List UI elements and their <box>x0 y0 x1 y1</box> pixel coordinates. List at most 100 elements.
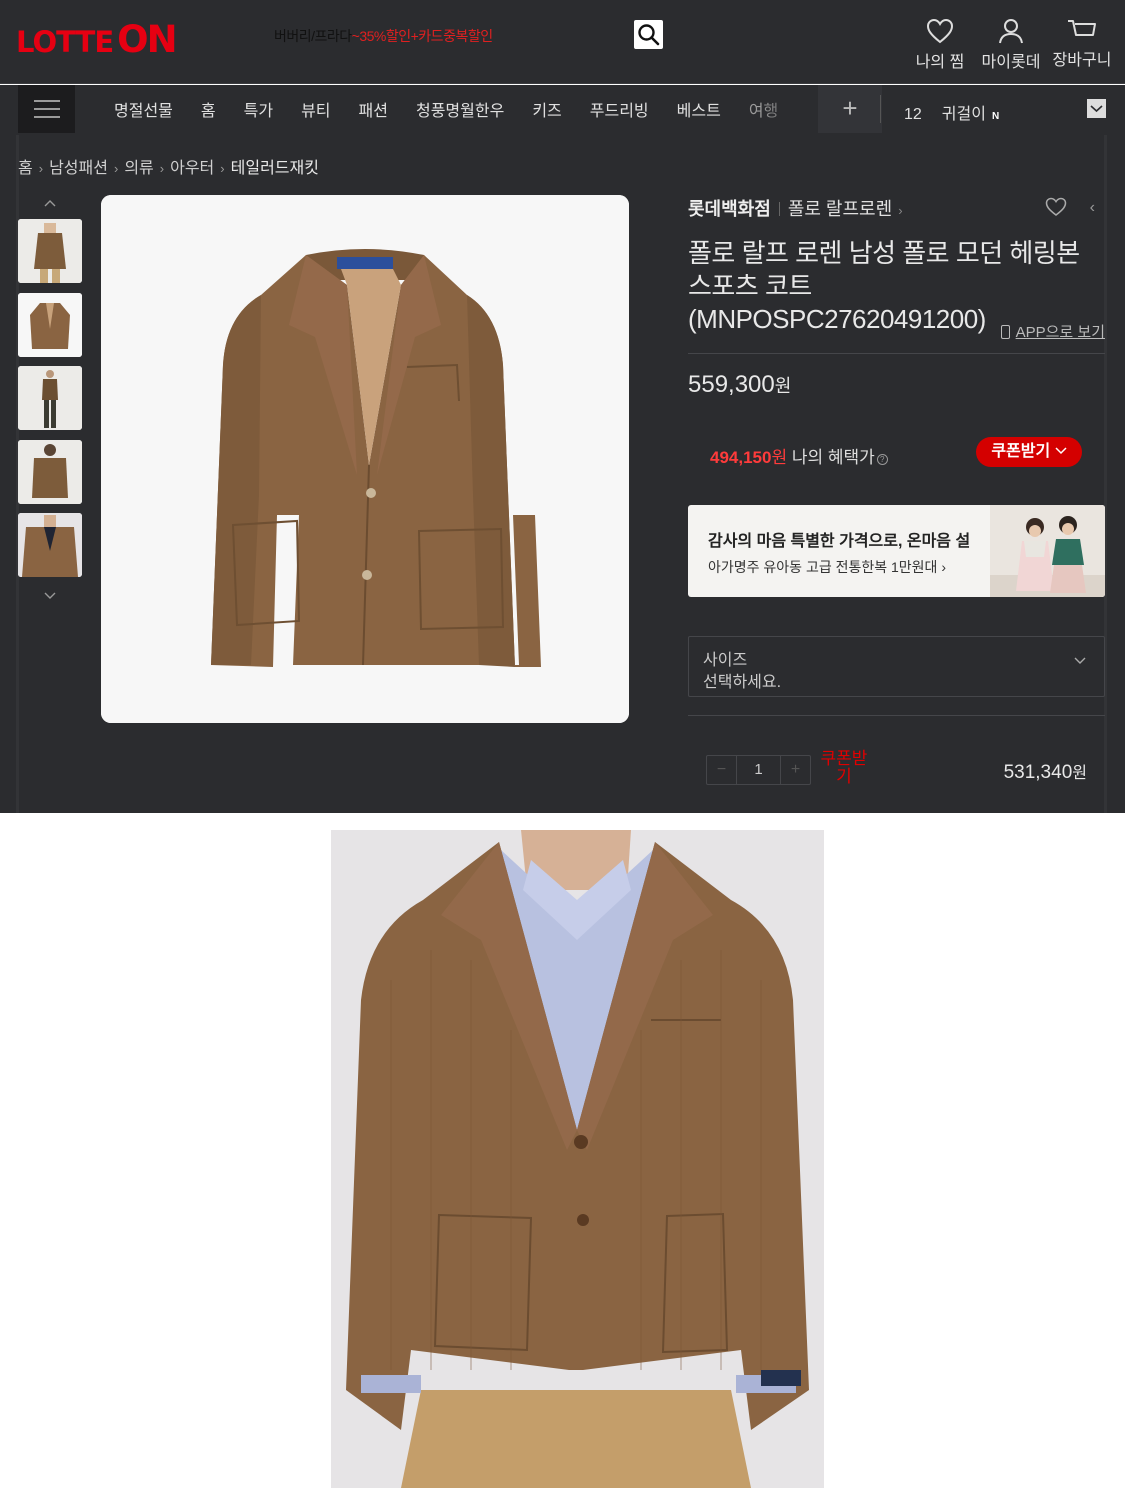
promo-banner-title: 감사의 마음 특별한 가격으로, 온마음 설 <box>708 533 971 550</box>
breadcrumb: 홈 › 남성패션 › 의류 › 아우터 › 테일러드재킷 <box>18 160 319 177</box>
breadcrumb-item[interactable]: 홈 <box>18 160 33 177</box>
share-icon[interactable]: ‹ <box>1090 199 1095 217</box>
nav-tab[interactable]: 뷰티 <box>287 97 344 121</box>
quantity-decrease-button[interactable]: − <box>707 756 737 784</box>
divider <box>688 353 1105 354</box>
breadcrumb-item[interactable]: 의류 <box>124 160 153 177</box>
quantity-value[interactable]: 1 <box>737 756 780 784</box>
size-select[interactable]: 사이즈 선택하세요. <box>688 636 1105 697</box>
store-name[interactable]: 롯데백화점 <box>688 199 771 219</box>
category-nav: 명절선물 홈 특가 뷰티 패션 청풍명월한우 키즈 푸드리빙 베스트 여행 + … <box>0 85 1125 135</box>
divider <box>688 715 1105 716</box>
nav-tab[interactable]: 홈 <box>187 97 230 121</box>
chevron-up-icon <box>44 200 56 207</box>
site-header: LOTTE ON 버버리/프라다~35%할인+카드중복할인 나의 찜 마이롯데 장… <box>0 0 1125 84</box>
thumbnail-4[interactable] <box>18 439 82 504</box>
menu-button[interactable] <box>18 85 75 133</box>
trending-text: 귀걸이 <box>941 106 986 123</box>
wishlist-link[interactable]: 나의 찜 <box>912 18 968 72</box>
app-view-link[interactable]: APP으로 보기 <box>1000 321 1105 342</box>
nav-fade <box>760 85 818 133</box>
cart-link[interactable]: 장바구니 <box>1048 18 1116 70</box>
chevron-down-icon <box>1074 657 1086 664</box>
hamburger-icon <box>34 100 60 102</box>
heart-icon[interactable] <box>1045 197 1067 217</box>
my-lotte-link[interactable]: 마이롯데 <box>978 18 1044 72</box>
cart-label: 장바구니 <box>1052 52 1112 69</box>
price-currency: 원 <box>774 376 792 396</box>
option-total-currency: 원 <box>1072 765 1087 782</box>
trending-dropdown-button[interactable] <box>1087 99 1106 118</box>
brand-link[interactable]: 폴로 랄프로렌 <box>788 199 892 219</box>
breadcrumb-item[interactable]: 남성패션 <box>49 160 108 177</box>
cart-icon <box>1068 20 1096 36</box>
breadcrumb-item[interactable]: 테일러드재킷 <box>231 160 319 177</box>
chevron-down-icon <box>1055 447 1067 455</box>
user-icon <box>999 19 1023 44</box>
nav-tab[interactable]: 청풍명월한우 <box>402 97 518 121</box>
benefit-currency: 원 <box>771 448 788 467</box>
search-promo: ~35%할인+카드중복할인 <box>351 28 493 44</box>
jacket-flat-thumbnail <box>18 292 82 357</box>
product-price: 559,300원 <box>688 371 791 399</box>
nav-tab[interactable]: 키즈 <box>518 97 575 121</box>
wishlist-label: 나의 찜 <box>915 54 965 71</box>
search-keyword: 버버리/프라다 <box>274 28 352 44</box>
quantity-stepper: − 1 + <box>706 755 811 785</box>
nav-divider <box>880 95 881 123</box>
search-placeholder: 버버리/프라다~35%할인+카드중복할인 <box>274 26 493 46</box>
benefit-price: 494,150원 나의 혜택가? <box>710 443 888 468</box>
jacket-model-thumbnail <box>18 219 82 283</box>
mobile-icon <box>1000 325 1010 339</box>
search-icon <box>638 24 660 46</box>
option-total-value: 531,340 <box>1003 762 1073 783</box>
trending-keyword[interactable]: 12 귀걸이 N <box>904 100 999 124</box>
option-total-price: 531,340원 <box>1004 759 1087 784</box>
model-fullbody-thumbnail <box>18 366 82 430</box>
jacket-image <box>101 195 629 723</box>
nav-tab[interactable]: 명절선물 <box>100 97 187 121</box>
chevron-down-icon <box>1090 105 1103 113</box>
search-input[interactable]: 버버리/프라다~35%할인+카드중복할인 <box>262 18 668 52</box>
quantity-increase-button[interactable]: + <box>780 756 810 784</box>
size-label: 사이즈 <box>703 652 748 669</box>
nav-tab[interactable]: 패션 <box>345 97 402 121</box>
breadcrumb-item[interactable]: 아우터 <box>170 160 214 177</box>
nav-tab[interactable]: 베스트 <box>663 97 735 121</box>
thumbnail-3[interactable] <box>18 366 82 430</box>
hanbok-children-image <box>990 505 1105 597</box>
app-view-label: APP으로 보기 <box>1015 324 1105 341</box>
thumbnail-1[interactable] <box>18 219 82 283</box>
lotteon-logo[interactable]: LOTTE ON <box>16 18 178 61</box>
nav-tabs: 명절선물 홈 특가 뷰티 패션 청풍명월한우 키즈 푸드리빙 베스트 여행 <box>100 85 816 133</box>
product-detail-image <box>331 830 824 1488</box>
new-badge: N <box>991 111 1000 122</box>
thumbnail-2[interactable] <box>18 292 82 357</box>
price-value: 559,300 <box>688 371 775 398</box>
info-icon[interactable]: ? <box>876 454 888 465</box>
benefit-label: 나의 혜택가 <box>791 448 875 467</box>
coupon-button[interactable]: 쿠폰받기 <box>976 437 1082 467</box>
thumbnail-up-button[interactable] <box>18 195 82 219</box>
size-placeholder: 선택하세요. <box>703 674 782 691</box>
benefit-value: 494,150 <box>710 448 772 467</box>
brand-row: 롯데백화점 폴로 랄프로렌 › ‹ <box>688 195 1105 223</box>
thumbnail-list <box>18 195 82 611</box>
option-coupon-button[interactable]: 쿠폰받기 <box>818 750 870 786</box>
jacket-closeup-thumbnail <box>18 513 82 577</box>
search-button[interactable] <box>634 20 663 49</box>
thumbnail-5[interactable] <box>18 513 82 577</box>
jacket-back-thumbnail <box>18 439 82 504</box>
heart-icon <box>926 18 954 44</box>
nav-tab[interactable]: 푸드리빙 <box>576 97 663 121</box>
nav-more-button[interactable]: + <box>818 85 882 133</box>
thumbnail-down-button[interactable] <box>18 587 82 611</box>
model-wearing-jacket-image <box>331 830 824 1488</box>
trending-rank: 12 <box>904 106 922 123</box>
product-section: 홈 › 남성패션 › 의류 › 아우터 › 테일러드재킷 롯데백화점 폴로 랄프… <box>0 135 1125 813</box>
promo-banner[interactable]: 감사의 마음 특별한 가격으로, 온마음 설 아가명주 유아동 고급 전통한복 … <box>688 505 1105 597</box>
nav-tab[interactable]: 특가 <box>230 97 287 121</box>
chevron-down-icon <box>44 592 56 599</box>
coupon-button-label: 쿠폰받기 <box>991 443 1051 460</box>
product-main-image[interactable] <box>101 195 629 723</box>
